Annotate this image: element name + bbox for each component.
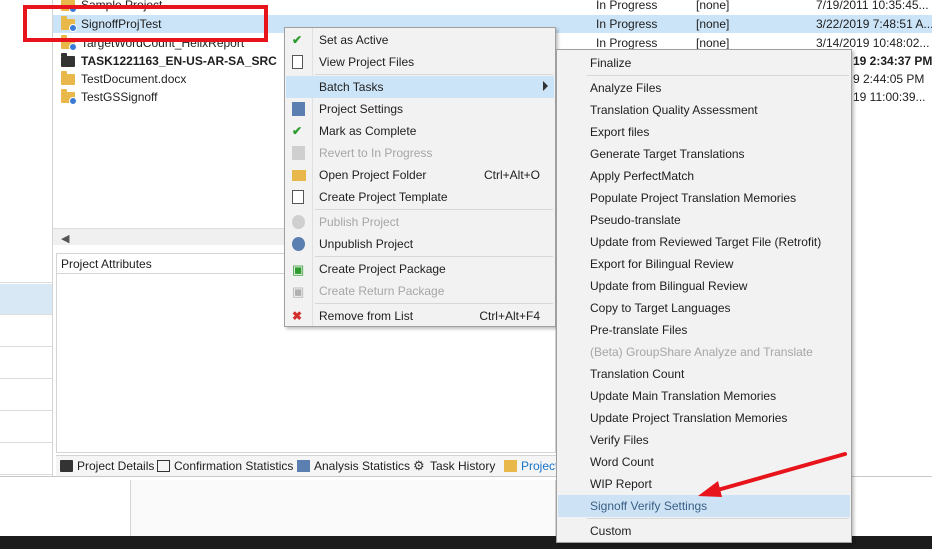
project-icon	[504, 460, 517, 472]
menu-item-create-project-template[interactable]: Create Project Template	[286, 186, 554, 208]
menu-item-create-project-package[interactable]: ▣ Create Project Package	[286, 258, 554, 280]
set-active-icon: ✔	[292, 33, 303, 47]
left-row[interactable]	[0, 348, 52, 379]
tab-label: Project	[521, 459, 559, 473]
menu-item-project-settings[interactable]: Project Settings	[286, 98, 554, 120]
project-customer: [none]	[696, 36, 730, 50]
tab-project-details[interactable]: Project Details	[60, 459, 154, 473]
submenu-arrow-icon	[543, 81, 548, 91]
document-icon	[292, 55, 303, 69]
project-customer: [none]	[696, 17, 730, 31]
submenu-item[interactable]: Update Main Translation Memories	[558, 385, 850, 407]
revert-icon	[292, 146, 305, 160]
left-row[interactable]	[0, 380, 52, 411]
menu-item-publish-project[interactable]: Publish Project	[286, 211, 554, 233]
annotation-highlight-box	[23, 5, 268, 42]
submenu-item[interactable]: Generate Target Translations	[558, 143, 850, 165]
shortcut-label: Ctrl+Alt+F4	[479, 309, 540, 323]
tab-task-history[interactable]: ⚙ Task History	[413, 459, 495, 473]
analysis-icon	[297, 460, 310, 472]
menu-item-view-project-files[interactable]: View Project Files	[286, 51, 554, 73]
tab-label: Project Details	[77, 459, 155, 473]
project-status: In Progress	[596, 36, 658, 50]
project-date: 19 2:34:37 PM	[853, 54, 932, 68]
complete-check-icon: ✔	[292, 124, 303, 138]
menu-item-mark-as-complete[interactable]: ✔ Mark as Complete	[286, 120, 554, 142]
publish-globe-icon	[292, 215, 305, 229]
return-package-icon: ▣	[292, 284, 305, 299]
tab-analysis-statistics[interactable]: Analysis Statistics	[297, 459, 410, 473]
statistics-icon	[157, 460, 170, 472]
submenu-item-disabled[interactable]: (Beta) GroupShare Analyze and Translate	[558, 341, 850, 363]
project-context-menu: ✔ Set as Active View Project Files Batch…	[284, 27, 556, 327]
project-date: 19 11:00:39...	[853, 90, 926, 104]
left-row[interactable]	[0, 412, 52, 443]
submenu-item[interactable]: Update Project Translation Memories	[558, 407, 850, 429]
shortcut-label: Ctrl+Alt+O	[483, 168, 540, 182]
submenu-item[interactable]: Export for Bilingual Review	[558, 253, 850, 275]
project-folder-icon	[61, 53, 75, 67]
tab-label: Task History	[430, 459, 496, 473]
tab-label: Confirmation Statistics	[174, 459, 294, 473]
scroll-left-icon[interactable]: ◀	[61, 232, 69, 245]
menu-item-create-return-package[interactable]: ▣ Create Return Package	[286, 280, 554, 302]
project-name: TestDocument.docx	[81, 72, 187, 86]
template-icon	[292, 190, 304, 204]
annotation-arrow-icon	[698, 452, 847, 497]
left-row[interactable]	[0, 316, 52, 347]
project-folder-icon	[61, 71, 75, 85]
submenu-item[interactable]: Copy to Target Languages	[558, 297, 850, 319]
menu-item-unpublish-project[interactable]: Unpublish Project	[286, 233, 554, 255]
submenu-item[interactable]: Pseudo-translate	[558, 209, 850, 231]
submenu-item[interactable]: Pre-translate Files	[558, 319, 850, 341]
project-date: 7/19/2011 10:35:45...	[816, 0, 929, 12]
footer-panel	[130, 480, 556, 536]
unpublish-globe-icon	[292, 237, 305, 251]
project-status: In Progress	[596, 0, 658, 12]
left-navigation-strip	[0, 0, 53, 480]
tab-confirmation-statistics[interactable]: Confirmation Statistics	[157, 459, 293, 473]
submenu-item[interactable]: Update from Reviewed Target File (Retrof…	[558, 231, 850, 253]
menu-item-remove-from-list[interactable]: ✖ Remove from List Ctrl+Alt+F4	[286, 305, 554, 327]
menu-item-revert-to-in-progress[interactable]: Revert to In Progress	[286, 142, 554, 164]
submenu-item[interactable]: Update from Bilingual Review	[558, 275, 850, 297]
project-date: 3/14/2019 10:48:02...	[816, 36, 930, 50]
package-icon: ▣	[292, 262, 305, 277]
project-folder-icon	[61, 89, 77, 105]
submenu-item[interactable]: Populate Project Translation Memories	[558, 187, 850, 209]
left-row[interactable]	[0, 252, 52, 283]
remove-x-icon: ✖	[292, 309, 303, 323]
project-details-icon	[60, 460, 73, 472]
tab-project[interactable]: Project	[504, 459, 558, 473]
submenu-item[interactable]: Custom	[558, 520, 850, 542]
settings-icon	[292, 102, 305, 116]
menu-item-batch-tasks[interactable]: Batch Tasks	[286, 76, 554, 98]
left-row-selected[interactable]	[0, 284, 52, 315]
project-status: In Progress	[596, 17, 658, 31]
submenu-item[interactable]: Translation Count	[558, 363, 850, 385]
submenu-item[interactable]: Analyze Files	[558, 77, 850, 99]
folder-icon	[292, 170, 306, 181]
submenu-item[interactable]: Apply PerfectMatch	[558, 165, 850, 187]
tab-label: Analysis Statistics	[314, 459, 411, 473]
menu-item-set-as-active[interactable]: ✔ Set as Active	[286, 29, 554, 51]
project-customer: [none]	[696, 0, 730, 12]
menu-item-open-project-folder[interactable]: Open Project Folder Ctrl+Alt+O	[286, 164, 554, 186]
project-date: 3/22/2019 7:48:51 A...	[816, 17, 932, 31]
submenu-item[interactable]: Translation Quality Assessment	[558, 99, 850, 121]
submenu-item[interactable]: Export files	[558, 121, 850, 143]
gear-icon: ⚙	[413, 458, 425, 473]
project-date: 9 2:44:05 PM	[853, 72, 925, 86]
submenu-item[interactable]: Finalize	[558, 52, 850, 74]
project-name: TestGSSignoff	[81, 90, 158, 104]
project-name: TASK1221163_EN-US-AR-SA_SRC	[81, 54, 277, 68]
bottom-tab-strip: Project Details Confirmation Statistics …	[56, 455, 558, 476]
left-row[interactable]	[0, 444, 52, 475]
